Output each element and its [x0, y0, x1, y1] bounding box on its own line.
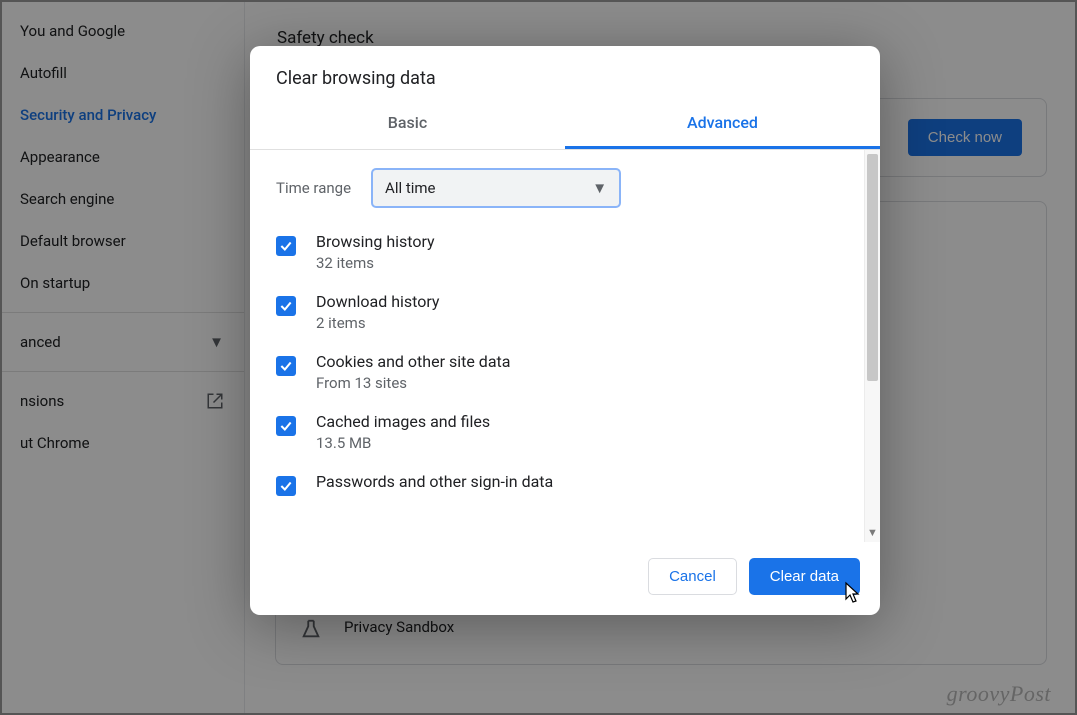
tab-advanced[interactable]: Advanced: [565, 99, 880, 149]
dialog-body: Time range All time ▼ Browsing history 3…: [250, 150, 864, 542]
scroll-down-icon[interactable]: ▼: [867, 526, 878, 539]
option-subtitle: 32 items: [316, 254, 435, 272]
option-browsing-history[interactable]: Browsing history 32 items: [276, 222, 838, 282]
time-range-label: Time range: [276, 179, 351, 197]
check-icon: [279, 359, 293, 373]
dialog-scrollbar[interactable]: ▼: [864, 150, 880, 542]
time-range-select[interactable]: All time ▼: [371, 168, 621, 208]
dialog-title: Clear browsing data: [250, 46, 880, 99]
check-icon: [279, 299, 293, 313]
option-cookies[interactable]: Cookies and other site data From 13 site…: [276, 342, 838, 402]
option-title: Cached images and files: [316, 412, 490, 431]
tab-basic[interactable]: Basic: [250, 99, 565, 149]
clear-browsing-data-dialog: Clear browsing data Basic Advanced Time …: [250, 46, 880, 615]
checkbox[interactable]: [276, 476, 296, 496]
option-cached-images[interactable]: Cached images and files 13.5 MB: [276, 402, 838, 462]
option-passwords[interactable]: Passwords and other sign-in data: [276, 462, 838, 506]
checkbox[interactable]: [276, 356, 296, 376]
option-title: Passwords and other sign-in data: [316, 472, 553, 491]
checkbox[interactable]: [276, 416, 296, 436]
cancel-button[interactable]: Cancel: [648, 558, 737, 595]
option-title: Download history: [316, 292, 440, 311]
option-title: Cookies and other site data: [316, 352, 510, 371]
check-icon: [279, 479, 293, 493]
check-icon: [279, 419, 293, 433]
clear-data-button[interactable]: Clear data: [749, 558, 860, 595]
option-subtitle: 13.5 MB: [316, 434, 490, 452]
option-subtitle: From 13 sites: [316, 374, 510, 392]
option-title: Browsing history: [316, 232, 435, 251]
dialog-footer: Cancel Clear data: [250, 542, 880, 615]
checkbox[interactable]: [276, 296, 296, 316]
checkbox[interactable]: [276, 236, 296, 256]
scrollbar-thumb[interactable]: [867, 154, 878, 381]
option-subtitle: 2 items: [316, 314, 440, 332]
check-icon: [279, 239, 293, 253]
time-range-value: All time: [385, 179, 435, 197]
option-download-history[interactable]: Download history 2 items: [276, 282, 838, 342]
dialog-tabs: Basic Advanced: [250, 99, 880, 150]
chevron-down-icon: ▼: [592, 179, 607, 197]
time-range-row: Time range All time ▼: [276, 168, 838, 208]
